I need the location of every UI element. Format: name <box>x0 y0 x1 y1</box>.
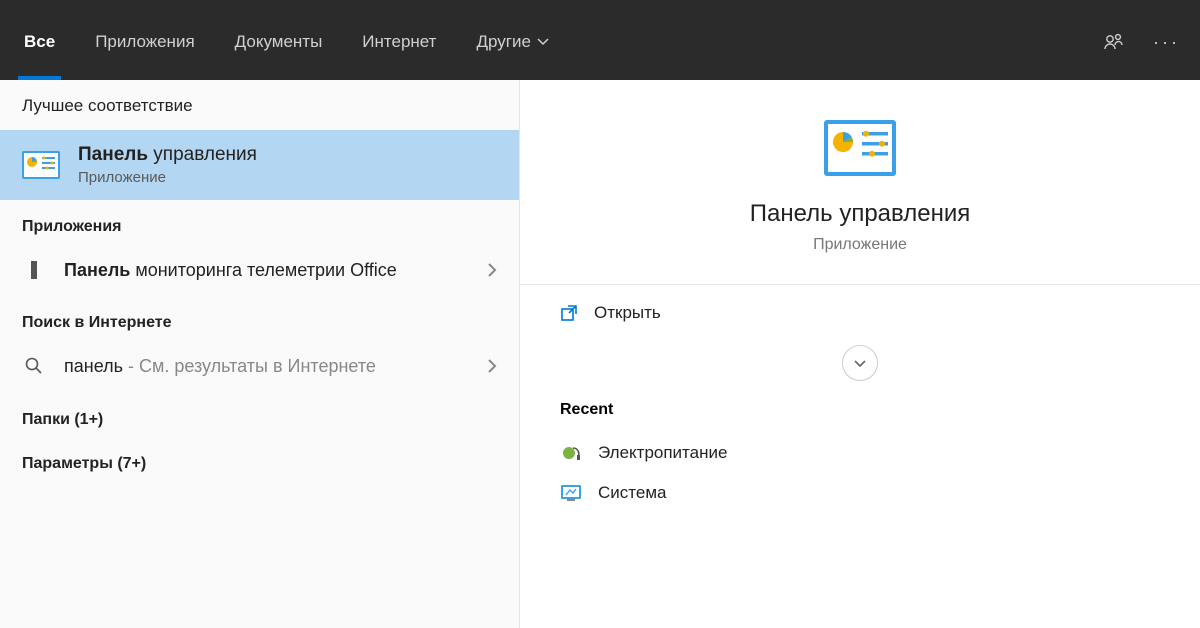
preview-header: Панель управления Приложение <box>520 80 1200 284</box>
chevron-right-icon <box>487 358 497 374</box>
apps-category-header: Приложения <box>0 200 519 244</box>
recent-item-system[interactable]: Система <box>560 473 1160 513</box>
topbar-right: ··· <box>1103 31 1180 53</box>
results-panel: Лучшее соответствие Панель управления Пр… <box>0 80 520 628</box>
chevron-right-icon <box>487 262 497 278</box>
tab-web[interactable]: Интернет <box>358 4 440 80</box>
system-icon <box>560 484 582 502</box>
chevron-down-icon <box>537 38 549 46</box>
web-category-header: Поиск в Интернете <box>0 296 519 340</box>
tab-apps[interactable]: Приложения <box>91 4 198 80</box>
folders-category[interactable]: Папки (1+) <box>0 393 519 437</box>
control-panel-icon-large <box>824 120 896 176</box>
search-tabs-bar: Все Приложения Документы Интернет Другие… <box>0 0 1200 80</box>
best-match-result[interactable]: Панель управления Приложение <box>0 130 519 200</box>
app-result-office-telemetry[interactable]: Панель мониторинга телеметрии Office <box>0 244 519 296</box>
preview-subtitle: Приложение <box>540 236 1180 254</box>
open-external-icon <box>560 304 578 322</box>
expand-toggle[interactable] <box>842 345 878 381</box>
preview-panel: Панель управления Приложение Открыть Rec… <box>520 80 1200 628</box>
recent-section: Recent Электропитание Система <box>520 401 1200 513</box>
more-options-icon[interactable]: ··· <box>1153 32 1180 53</box>
tab-more[interactable]: Другие <box>472 4 552 80</box>
tab-all[interactable]: Все <box>20 4 59 80</box>
preview-title: Панель управления <box>540 200 1180 228</box>
recent-header: Recent <box>560 401 1160 419</box>
best-match-text: Панель управления Приложение <box>78 144 257 186</box>
app-generic-icon <box>22 261 46 279</box>
power-options-icon <box>560 444 582 462</box>
search-icon <box>22 357 46 375</box>
recent-item-power[interactable]: Электропитание <box>560 433 1160 473</box>
control-panel-icon <box>22 151 60 179</box>
tab-documents[interactable]: Документы <box>231 4 327 80</box>
web-search-result[interactable]: панель - См. результаты в Интернете <box>0 340 519 392</box>
tabs-container: Все Приложения Документы Интернет Другие <box>20 4 553 80</box>
settings-category[interactable]: Параметры (7+) <box>0 437 519 481</box>
best-match-header: Лучшее соответствие <box>0 80 519 130</box>
feedback-icon[interactable] <box>1103 31 1125 53</box>
open-action[interactable]: Открыть <box>520 284 1200 341</box>
